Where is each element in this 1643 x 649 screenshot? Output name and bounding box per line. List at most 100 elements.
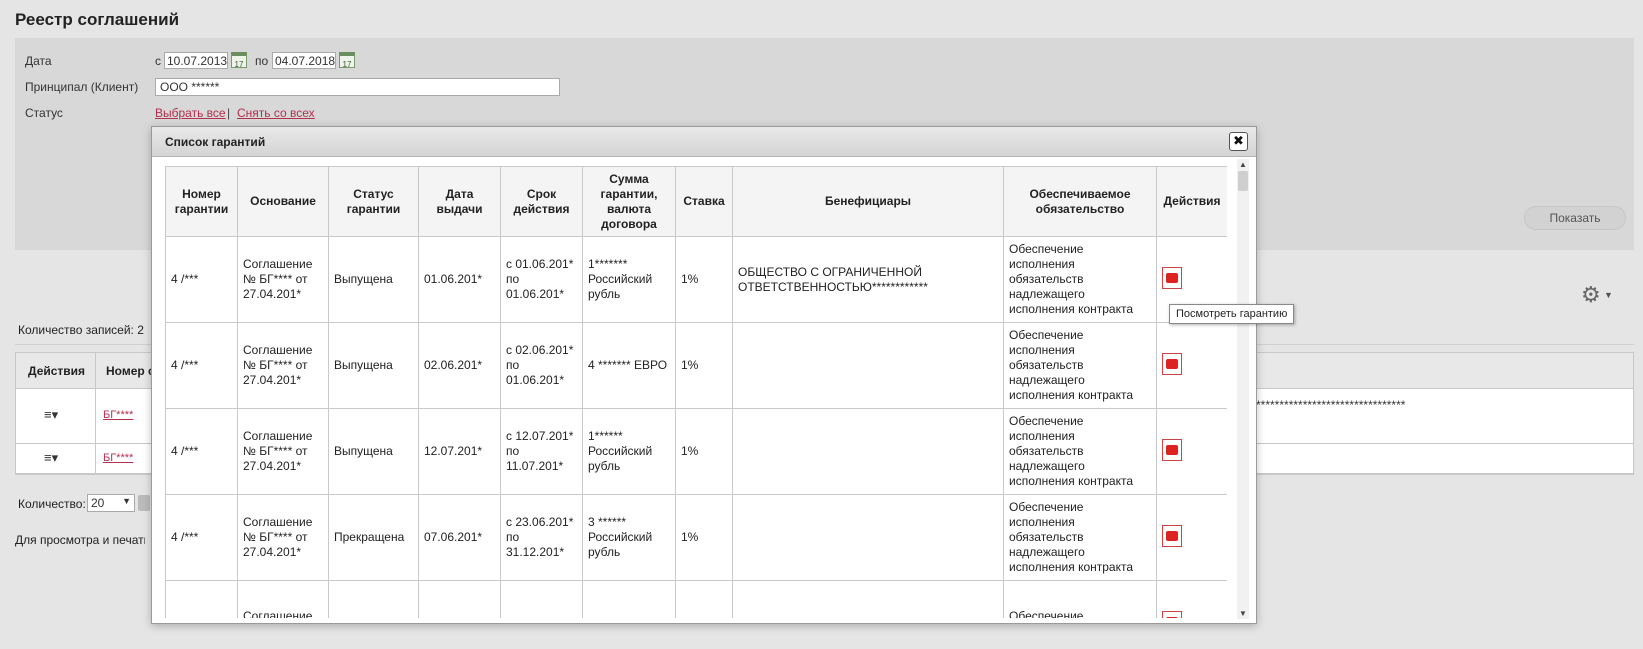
cell-amount: 3 ****** Российский рубль [582,494,676,581]
date-label: Дата [25,54,52,68]
cell-actions [1156,408,1227,495]
client-input[interactable]: ООО ****** [155,78,560,96]
chevron-down-icon[interactable]: ▼ [1604,290,1613,300]
cell-basis: Соглашение № БГ**** от 27.04.201* [237,322,329,409]
tooltip: Посмотреть гарантию [1169,304,1295,324]
date-to-prefix: по [255,54,269,68]
cell-number: 4 /*** [165,494,238,581]
date-from-input[interactable]: 10.07.2013 [164,52,228,69]
dialog-header: Список гарантий ✖ [152,127,1256,157]
cell-actions [1156,494,1227,581]
refresh-icon[interactable] [138,495,150,511]
col-rate: Ставка [675,166,733,237]
calendar-icon[interactable]: 17 [231,52,247,69]
cell-amount: 4 ******* ЕВРО [582,322,676,409]
cell-rate: 1% [675,322,733,409]
cell-amount: 1****** Российский рубль [582,408,676,495]
cell-term: с 21.06.201* [500,580,583,618]
chevron-up-icon[interactable]: ▲ [1239,160,1247,169]
cell-amount: 8 000,00 [582,580,676,618]
cell-basis: Соглашение № БГ**** от 27.04.201* [237,236,329,323]
cell-status: Выпущена [328,322,419,409]
cell-obligation: Обеспечение исполнения обязательств надл… [1003,322,1157,409]
cell-beneficiary [732,580,1004,618]
col-beneficiary: Бенефициары [732,166,1004,237]
row-menu-icon[interactable]: ≡▾ [44,407,58,423]
cell-amount: 1******* Российский рубль [582,236,676,323]
cell-basis: Соглашение № БГ [237,580,329,618]
quantity-label: Количество: [18,497,86,511]
table-row: 4 /*** Соглашение № БГ**** от 27.04.201*… [165,494,1227,581]
col-amount: Сумма гарантии, валюта договора [582,166,676,237]
agreement-link[interactable]: БГ**** [103,452,133,464]
agreement-link[interactable]: БГ**** [103,409,133,421]
cell-actions [1156,322,1227,409]
status-label: Статус [25,106,63,120]
close-icon[interactable]: ✖ [1229,132,1248,151]
cell-number: 4 /*** [165,322,238,409]
cell-issue-date: 12.07.201* [418,408,501,495]
cell-obligation: Обеспечение исполнения [1003,580,1157,618]
cell-term: с 02.06.201* по 01.06.201* [500,322,583,409]
cell-issue-date: 02.06.201* [418,322,501,409]
dialog-scrollbar[interactable]: ▲ ▼ [1237,159,1249,619]
col-actions: Действия [1156,166,1227,237]
column-divider [95,353,96,389]
cell-basis: Соглашение № БГ**** от 27.04.201* [237,494,329,581]
guarantees-table: Номер гарантии Основание Статус гарантии… [165,166,1227,618]
cell-issue-date: 01.06.201* [418,236,501,323]
col-status: Статус гарантии [328,166,419,237]
column-divider [95,389,96,443]
cell-rate [675,580,733,618]
cell-actions [1156,580,1227,618]
table-row: Соглашение № БГ с 21.06.201* 8 000,00 Об… [165,580,1227,618]
quantity-select[interactable]: 20 ▼ [87,494,135,512]
print-note: Для просмотра и печати гр [15,533,145,547]
page-title: Реестр соглашений [15,10,180,29]
cell-status: Выпущена [328,236,419,323]
table-header-row: Номер гарантии Основание Статус гарантии… [165,166,1227,237]
chevron-down-icon[interactable]: ▼ [1239,609,1247,618]
pdf-icon[interactable] [1162,610,1182,618]
cell-basis: Соглашение № БГ**** от 27.04.201* [237,408,329,495]
cell-issue-date [418,580,501,618]
show-button[interactable]: Показать [1524,206,1626,230]
chevron-down-icon: ▼ [122,496,131,506]
calendar-icon[interactable]: 17 [339,52,355,69]
cell-rate: 1% [675,236,733,323]
cell-beneficiary [732,494,1004,581]
date-from-prefix: с [155,54,161,68]
cell-rate: 1% [675,408,733,495]
pdf-icon[interactable] [1162,524,1182,547]
cell-term: с 01.06.201* по 01.06.201* [500,236,583,323]
row-menu-icon[interactable]: ≡▾ [44,450,58,466]
cell-status: Выпущена [328,408,419,495]
cell-term: с 12.07.201* по 11.07.201* [500,408,583,495]
link-separator: | [227,106,231,120]
client-label: Принципал (Клиент) [25,80,139,94]
table-row: 4 /*** Соглашение № БГ**** от 27.04.201*… [165,236,1227,323]
dialog-body: Номер гарантии Основание Статус гарантии… [165,166,1227,618]
gear-icon[interactable]: ⚙ [1581,282,1601,308]
header-number: Номер с [106,364,155,378]
cell-obligation: Обеспечение исполнения обязательств надл… [1003,236,1157,323]
cell-beneficiary [732,408,1004,495]
records-count: Количество записей: 2 [18,323,144,337]
date-to-input[interactable]: 04.07.2018 [272,52,336,69]
header-actions: Действия [28,364,86,378]
cell-obligation: Обеспечение исполнения обязательств надл… [1003,494,1157,581]
pdf-icon[interactable] [1162,352,1182,375]
table-row: 4 /*** Соглашение № БГ**** от 27.04.201*… [165,408,1227,495]
cell-number [165,580,238,618]
guarantees-dialog: Список гарантий ✖ Номер гарантии Основан… [151,126,1257,624]
cell-beneficiary: ОБЩЕСТВО С ОГРАНИЧЕННОЙ ОТВЕТСТВЕННОСТЬЮ… [732,236,1004,323]
pdf-icon[interactable] [1162,266,1182,289]
cell-obligation: Обеспечение исполнения обязательств надл… [1003,408,1157,495]
scroll-thumb[interactable] [1238,171,1248,191]
dialog-title: Список гарантий [165,135,266,149]
clear-all-link[interactable]: Снять со всех [237,106,315,120]
select-all-link[interactable]: Выбрать все [155,106,226,120]
row-trailing-text: ******************************** [1256,398,1406,412]
pdf-icon[interactable] [1162,438,1182,461]
cell-number: 4 /*** [165,408,238,495]
